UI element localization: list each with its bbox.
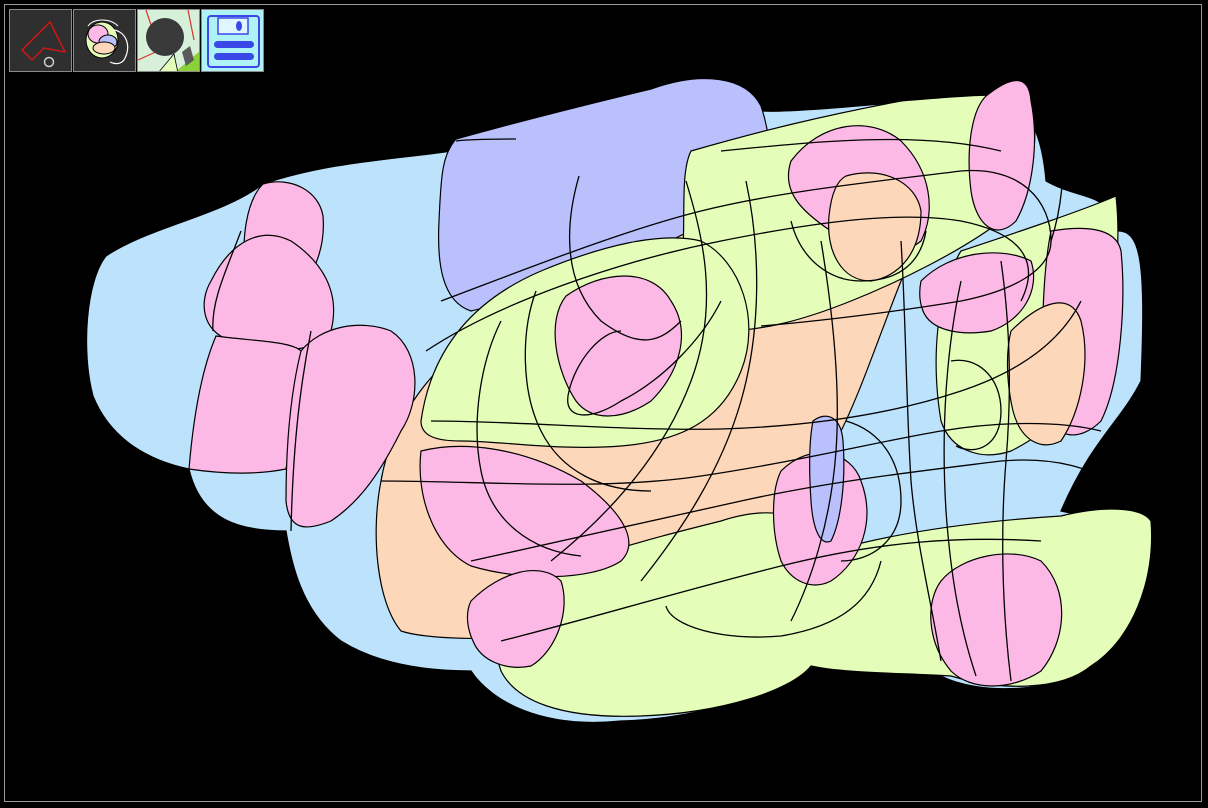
colored-scribble-icon	[85, 19, 129, 65]
black-circle-icon	[138, 10, 199, 71]
brush-size-tool[interactable]	[137, 9, 200, 72]
fill-tool[interactable]	[73, 9, 136, 72]
polygon-pen-icon	[20, 20, 67, 68]
drawing-canvas[interactable]	[4, 4, 1202, 802]
toolbar	[9, 9, 265, 72]
draw-line-tool[interactable]	[9, 9, 72, 72]
doodle-drawing[interactable]	[5, 5, 1203, 803]
blob-pink-bottom-right	[930, 553, 1063, 687]
save-tool[interactable]	[201, 9, 264, 72]
floppy-disk-icon	[207, 15, 260, 68]
